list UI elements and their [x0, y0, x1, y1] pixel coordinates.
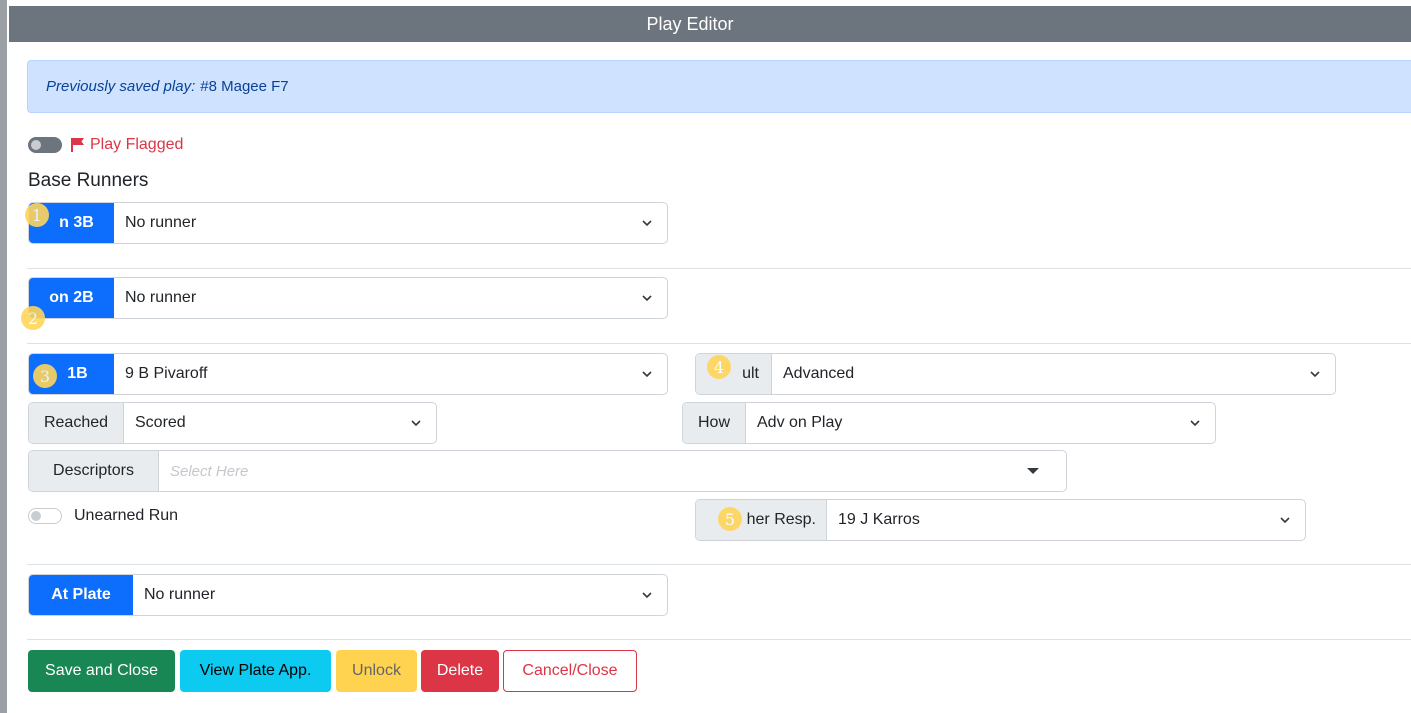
base-runners-heading: Base Runners [28, 170, 149, 191]
marker-5: 5 [718, 507, 742, 531]
unlock-button[interactable]: Unlock [336, 650, 417, 692]
previous-play-alert: Previously saved play: #8 Magee F7 [27, 60, 1411, 113]
reached-group: Reached Scored [28, 402, 437, 444]
chevron-down-icon [410, 419, 422, 427]
unearned-run-label: Unearned Run [74, 507, 179, 524]
chevron-down-icon [641, 370, 653, 378]
at-plate-select[interactable]: No runner [133, 575, 667, 615]
play-flagged-row: Play Flagged [28, 135, 183, 155]
unearned-run-row: Unearned Run [28, 507, 178, 525]
chevron-down-icon [1309, 370, 1321, 378]
divider [27, 268, 1411, 269]
view-plate-app-button[interactable]: View Plate App. [180, 650, 331, 692]
chevron-down-icon [641, 591, 653, 599]
chevron-down-icon [641, 219, 653, 227]
descriptors-select[interactable]: Select Here [159, 451, 1066, 491]
result-label: ult [696, 354, 772, 394]
marker-2: 2 [21, 306, 45, 330]
chevron-down-icon [1189, 419, 1201, 427]
runner-3b-group: n 3B No runner [28, 202, 668, 244]
left-border [0, 0, 7, 713]
at-plate-value: No runner [144, 586, 216, 603]
runner-2b-value: No runner [125, 289, 197, 306]
result-group: ult Advanced [695, 353, 1336, 395]
at-plate-group: At Plate No runner [28, 574, 668, 616]
descriptors-group: Descriptors Select Here [28, 450, 1067, 492]
delete-button[interactable]: Delete [421, 650, 499, 692]
runner-1b-group: 1B 9 B Pivaroff [28, 353, 668, 395]
marker-1: 1 [25, 203, 49, 227]
runner-3b-select[interactable]: No runner [114, 203, 667, 243]
descriptors-placeholder: Select Here [170, 462, 249, 480]
runner-1b-select[interactable]: 9 B Pivaroff [114, 354, 667, 394]
save-and-close-button[interactable]: Save and Close [28, 650, 175, 692]
alert-value: #8 Magee F7 [200, 78, 289, 95]
divider [27, 343, 1411, 344]
chevron-down-icon [641, 294, 653, 302]
runner-2b-select[interactable]: No runner [114, 278, 667, 318]
modal-title: Play Editor [646, 13, 734, 34]
descriptors-label: Descriptors [29, 451, 159, 491]
runner-3b-value: No runner [125, 214, 197, 231]
unearned-run-toggle[interactable] [28, 508, 62, 524]
flag-icon [70, 137, 86, 153]
reached-value: Scored [135, 414, 186, 431]
how-select[interactable]: Adv on Play [746, 403, 1215, 443]
play-flagged-toggle[interactable] [28, 137, 62, 153]
pitcher-resp-select[interactable]: 19 J Karros [827, 500, 1305, 540]
alert-label: Previously saved play: [46, 78, 196, 95]
pitcher-resp-label: her Resp. [696, 500, 827, 540]
pitcher-resp-group: her Resp. 19 J Karros [695, 499, 1306, 541]
play-flagged-label: Play Flagged [90, 136, 184, 153]
result-select[interactable]: Advanced [772, 354, 1335, 394]
result-value: Advanced [783, 365, 855, 382]
divider [27, 564, 1411, 565]
cancel-close-button[interactable]: Cancel/Close [503, 650, 637, 692]
divider [27, 639, 1411, 640]
reached-label: Reached [29, 403, 124, 443]
runner-1b-value: 9 B Pivaroff [125, 365, 208, 382]
pitcher-resp-value: 19 J Karros [838, 511, 920, 528]
how-value: Adv on Play [757, 414, 843, 431]
how-label: How [683, 403, 746, 443]
marker-4: 4 [707, 355, 731, 379]
reached-select[interactable]: Scored [124, 403, 436, 443]
modal-header: Play Editor [9, 6, 1411, 42]
how-group: How Adv on Play [682, 402, 1216, 444]
at-plate-label: At Plate [29, 575, 133, 615]
runner-2b-group: on 2B No runner [28, 277, 668, 319]
caret-down-icon [1026, 467, 1040, 475]
chevron-down-icon [1279, 516, 1291, 524]
marker-3: 3 [33, 364, 57, 388]
